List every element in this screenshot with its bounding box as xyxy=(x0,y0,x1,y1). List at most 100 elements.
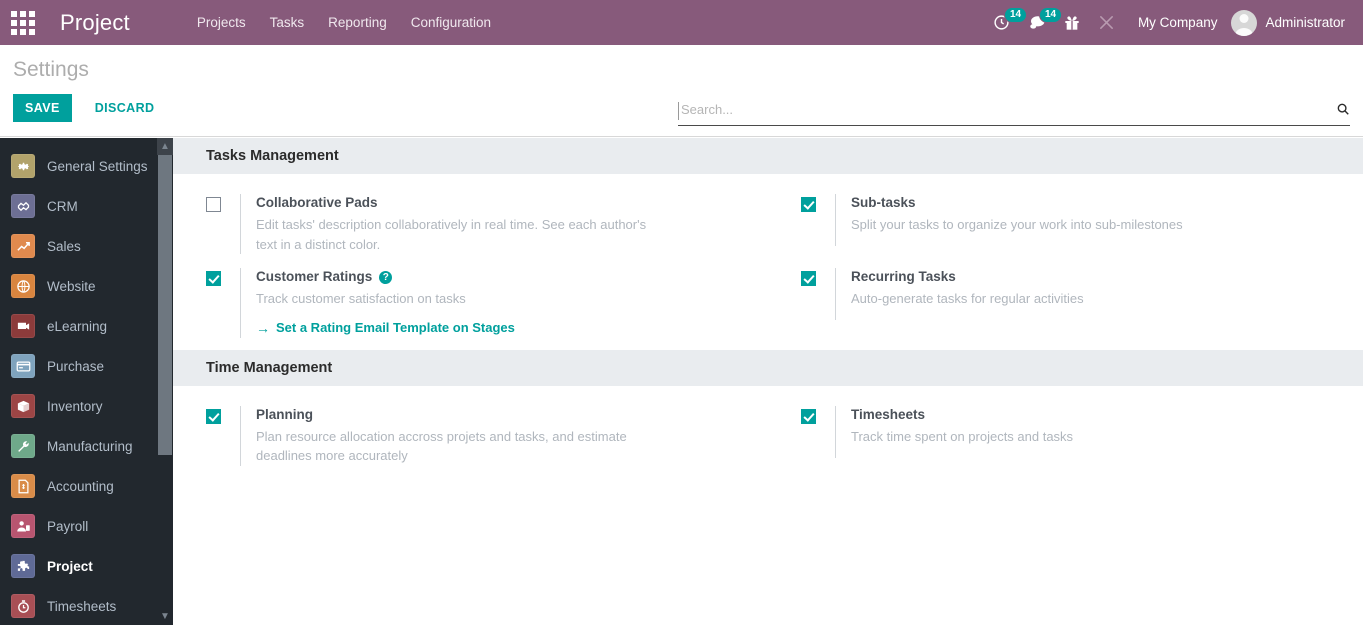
setting-timesheets: Timesheets Track time spent on projects a… xyxy=(768,405,1363,480)
setting-checkbox[interactable] xyxy=(206,197,221,212)
save-button[interactable]: SAVE xyxy=(13,94,72,122)
setting-collaborative-pads: Collaborative Pads Edit tasks' descriptio… xyxy=(173,194,768,268)
purchase-card-icon xyxy=(11,354,35,378)
sidebar-item-label: CRM xyxy=(47,198,78,214)
sidebar-item-crm[interactable]: CRM xyxy=(0,186,173,226)
setting-title: Collaborative Pads xyxy=(256,194,656,212)
setting-checkbox[interactable] xyxy=(801,197,816,212)
search-icon[interactable] xyxy=(1330,102,1350,120)
setting-action-link[interactable]: → Set a Rating Email Template on Stages xyxy=(256,320,515,336)
sidebar-item-sales[interactable]: Sales xyxy=(0,226,173,266)
setting-title-text: Planning xyxy=(256,406,313,422)
sidebar-item-label: Manufacturing xyxy=(47,438,133,454)
wrench-icon xyxy=(11,434,35,458)
setting-description: Split your tasks to organize your work i… xyxy=(851,217,1183,232)
setting-customer-ratings: Customer Ratings? Track customer satisfac… xyxy=(173,268,768,350)
chevron-up-icon[interactable]: ▲ xyxy=(157,138,173,155)
sidebar-item-manufacturing[interactable]: Manufacturing xyxy=(0,426,173,466)
control-panel: Settings SAVE DISCARD xyxy=(0,45,1363,137)
app-brand-title[interactable]: Project xyxy=(60,10,130,36)
sidebar-app-list: General Settings CRM Sales Website eLearning… xyxy=(0,138,173,625)
company-selector[interactable]: My Company xyxy=(1124,0,1232,45)
setting-description: Edit tasks' description collaboratively … xyxy=(256,217,647,252)
menu-item-configuration[interactable]: Configuration xyxy=(399,0,503,45)
setting-body: Sub-tasks Split your tasks to organize yo… xyxy=(835,194,1183,246)
sidebar-item-project[interactable]: Project xyxy=(0,546,173,586)
stopwatch-icon xyxy=(11,594,35,618)
payroll-user-icon xyxy=(11,514,35,538)
sidebar-item-inventory[interactable]: Inventory xyxy=(0,386,173,426)
settings-grid: Collaborative Pads Edit tasks' descriptio… xyxy=(173,174,1363,350)
searchview xyxy=(678,102,1350,126)
sidebar-item-label: Timesheets xyxy=(47,598,117,614)
setting-checkbox[interactable] xyxy=(801,408,816,424)
sidebar-item-label: eLearning xyxy=(47,318,108,334)
arrow-right-icon: → xyxy=(256,319,270,336)
top-navbar: Project Projects Tasks Reporting Configu… xyxy=(0,0,1363,45)
gear-icon xyxy=(11,154,35,178)
sidebar-item-accounting[interactable]: Accounting xyxy=(0,466,173,506)
setting-checkbox[interactable] xyxy=(206,408,221,424)
section-heading: Tasks Management xyxy=(173,138,1363,174)
sidebar-item-timesheets[interactable]: Timesheets xyxy=(0,586,173,625)
settings-sidebar: General Settings CRM Sales Website eLearning… xyxy=(0,138,173,625)
sidebar-item-website[interactable]: Website xyxy=(0,266,173,306)
scrollbar-thumb[interactable] xyxy=(158,155,172,455)
setting-title: Recurring Tasks xyxy=(851,268,1084,286)
sidebar-item-general-settings[interactable]: General Settings xyxy=(0,146,173,186)
gift-icon[interactable] xyxy=(1055,0,1089,45)
setting-recurring-tasks: Recurring Tasks Auto-generate tasks for r… xyxy=(768,268,1363,350)
setting-title: Timesheets xyxy=(851,406,1073,424)
setting-title-text: Recurring Tasks xyxy=(851,269,956,284)
setting-body: Timesheets Track time spent on projects a… xyxy=(835,405,1074,458)
sidebar-item-label: Purchase xyxy=(47,358,105,374)
settings-grid: Planning Plan resource allocation accross… xyxy=(173,386,1363,480)
setting-sub-tasks: Sub-tasks Split your tasks to organize yo… xyxy=(768,194,1363,268)
setting-description: Auto-generate tasks for regular activiti… xyxy=(851,291,1084,306)
sidebar-item-label: Payroll xyxy=(47,518,89,534)
sidebar-item-label: Project xyxy=(47,558,93,574)
setting-body: Customer Ratings? Track customer satisfac… xyxy=(240,268,515,338)
navbar-right-group: 14 14 My Company Administrator xyxy=(984,0,1363,45)
setting-description: Plan resource allocation accross projets… xyxy=(256,428,627,464)
discard-button[interactable]: DISCARD xyxy=(83,94,167,122)
setting-planning: Planning Plan resource allocation accross… xyxy=(173,405,768,480)
sidebar-item-label: Website xyxy=(47,278,96,294)
setting-title-text: Customer Ratings xyxy=(256,269,373,284)
apps-grid-icon[interactable] xyxy=(0,0,46,45)
setting-description: Track time spent on projects and tasks xyxy=(851,428,1074,444)
chevron-down-icon[interactable]: ▼ xyxy=(157,608,173,625)
menu-item-reporting[interactable]: Reporting xyxy=(316,0,399,45)
page-title: Settings xyxy=(13,58,89,81)
search-input[interactable] xyxy=(678,102,1330,120)
setting-description: Track customer satisfaction on tasks xyxy=(256,291,466,306)
sidebar-item-purchase[interactable]: Purchase xyxy=(0,346,173,386)
sidebar-scrollbar[interactable]: ▲ ▼ xyxy=(157,138,173,625)
action-buttons: SAVE DISCARD xyxy=(13,94,166,122)
setting-action-link-label: Set a Rating Email Template on Stages xyxy=(276,320,515,335)
main-menu: Projects Tasks Reporting Configuration xyxy=(185,0,503,45)
crm-handshake-icon xyxy=(11,194,35,218)
sidebar-item-elearning[interactable]: eLearning xyxy=(0,306,173,346)
setting-title-text: Sub-tasks xyxy=(851,195,916,210)
sidebar-item-label: Inventory xyxy=(47,398,103,414)
menu-item-tasks[interactable]: Tasks xyxy=(258,0,317,45)
invoice-icon xyxy=(11,474,35,498)
messages-chat-icon[interactable]: 14 xyxy=(1019,0,1063,45)
developer-tools-icon[interactable] xyxy=(1089,0,1124,45)
setting-title: Planning xyxy=(256,406,656,424)
avatar xyxy=(1231,9,1258,36)
setting-title: Customer Ratings? xyxy=(256,268,515,286)
setting-body: Planning Plan resource allocation accross… xyxy=(240,405,656,466)
user-menu[interactable]: Administrator xyxy=(1231,9,1353,36)
section-heading: Time Management xyxy=(173,349,1363,386)
user-name-label: Administrator xyxy=(1265,15,1345,30)
sidebar-item-payroll[interactable]: Payroll xyxy=(0,506,173,546)
settings-content: Tasks Management Collaborative Pads Edit t… xyxy=(173,138,1363,625)
activities-clock-icon[interactable]: 14 xyxy=(984,0,1028,45)
setting-title-text: Collaborative Pads xyxy=(256,195,378,210)
menu-item-projects[interactable]: Projects xyxy=(185,0,258,45)
setting-checkbox[interactable] xyxy=(206,271,221,286)
setting-checkbox[interactable] xyxy=(801,271,816,286)
help-icon[interactable]: ? xyxy=(379,270,393,284)
